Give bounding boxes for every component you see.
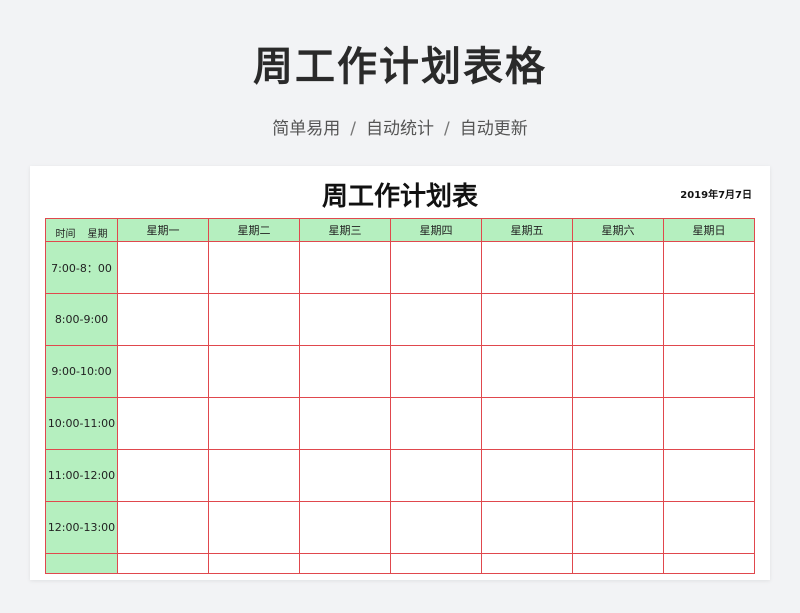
schedule-cell[interactable]: [663, 449, 755, 502]
sheet-title: 周工作计划表: [321, 182, 478, 212]
schedule-cell[interactable]: [208, 293, 300, 346]
time-slot-label: 8:00-9:00: [45, 293, 118, 346]
schedule-cell[interactable]: [117, 553, 209, 574]
schedule-cell[interactable]: [299, 241, 391, 294]
schedule-cell[interactable]: [390, 293, 482, 346]
time-slot-label: 10:00-11:00: [45, 397, 118, 450]
page-subtitle: 简单易用 / 自动统计 / 自动更新: [0, 114, 800, 139]
schedule-cell[interactable]: [390, 397, 482, 450]
corner-label-time: 时间: [55, 229, 76, 240]
time-slot-label: 12:00-13:00: [45, 501, 118, 554]
schedule-cell[interactable]: [481, 241, 573, 294]
schedule-cell[interactable]: [481, 553, 573, 574]
schedule-cell[interactable]: [117, 397, 209, 450]
day-header-mon: 星期一: [117, 218, 209, 242]
schedule-cell[interactable]: [299, 345, 391, 398]
table-row: [45, 553, 755, 574]
corner-header-cell: 时间 星期: [45, 218, 118, 242]
schedule-cell[interactable]: [481, 293, 573, 346]
table-row: 12:00-13:00: [45, 501, 755, 554]
subtitle-feature-easy: 简单易用: [272, 119, 341, 139]
day-header-wed: 星期三: [299, 218, 391, 242]
weekly-schedule-table: 时间 星期 星期一 星期二 星期三 星期四 星期五 星期六 星期日 7:00-8：…: [45, 218, 755, 574]
time-slot-label: [45, 553, 118, 574]
schedule-cell[interactable]: [572, 553, 664, 574]
schedule-cell[interactable]: [208, 449, 300, 502]
time-slot-label: 11:00-12:00: [45, 449, 118, 502]
schedule-cell[interactable]: [117, 501, 209, 554]
day-header-sat: 星期六: [572, 218, 664, 242]
schedule-cell[interactable]: [390, 449, 482, 502]
subtitle-separator: /: [444, 119, 450, 139]
schedule-cell[interactable]: [299, 293, 391, 346]
day-header-thu: 星期四: [390, 218, 482, 242]
schedule-cell[interactable]: [117, 293, 209, 346]
schedule-cell[interactable]: [208, 501, 300, 554]
schedule-cell[interactable]: [663, 501, 755, 554]
schedule-cell[interactable]: [572, 449, 664, 502]
time-slot-label: 9:00-10:00: [45, 345, 118, 398]
schedule-cell[interactable]: [572, 241, 664, 294]
subtitle-separator: /: [350, 119, 356, 139]
schedule-cell[interactable]: [572, 345, 664, 398]
schedule-cell[interactable]: [663, 553, 755, 574]
day-header-sun: 星期日: [663, 218, 755, 242]
table-row: 9:00-10:00: [45, 345, 755, 398]
table-row: 11:00-12:00: [45, 449, 755, 502]
day-header-fri: 星期五: [481, 218, 573, 242]
schedule-cell[interactable]: [390, 345, 482, 398]
schedule-cell[interactable]: [299, 553, 391, 574]
schedule-cell[interactable]: [481, 449, 573, 502]
schedule-cell[interactable]: [481, 397, 573, 450]
corner-label-weekday: 星期: [87, 229, 108, 240]
schedule-cell[interactable]: [390, 553, 482, 574]
schedule-cell[interactable]: [390, 241, 482, 294]
schedule-cell[interactable]: [208, 553, 300, 574]
schedule-cell[interactable]: [208, 345, 300, 398]
day-header-tue: 星期二: [208, 218, 300, 242]
schedule-cell[interactable]: [117, 345, 209, 398]
schedule-cell[interactable]: [117, 449, 209, 502]
table-row: 8:00-9:00: [45, 293, 755, 346]
table-row: 10:00-11:00: [45, 397, 755, 450]
table-row: 7:00-8：00: [45, 241, 755, 294]
schedule-cell[interactable]: [663, 345, 755, 398]
schedule-cell[interactable]: [481, 345, 573, 398]
schedule-cell[interactable]: [299, 397, 391, 450]
schedule-cell[interactable]: [572, 501, 664, 554]
schedule-cell[interactable]: [663, 397, 755, 450]
table-header-row: 时间 星期 星期一 星期二 星期三 星期四 星期五 星期六 星期日: [45, 218, 755, 242]
page-title: 周工作计划表格: [253, 44, 547, 90]
spreadsheet-preview: 周工作计划表 2019年7月7日 时间 星期 星期一 星期二 星期三 星期四 星期…: [30, 166, 770, 580]
schedule-cell[interactable]: [663, 293, 755, 346]
schedule-cell[interactable]: [208, 241, 300, 294]
time-slot-label: 7:00-8：00: [45, 241, 118, 294]
schedule-cell[interactable]: [572, 293, 664, 346]
schedule-cell[interactable]: [572, 397, 664, 450]
schedule-cell[interactable]: [208, 397, 300, 450]
schedule-cell[interactable]: [299, 449, 391, 502]
schedule-cell[interactable]: [663, 241, 755, 294]
subtitle-feature-update: 自动更新: [459, 119, 528, 139]
schedule-cell[interactable]: [390, 501, 482, 554]
schedule-cell[interactable]: [299, 501, 391, 554]
schedule-cell[interactable]: [481, 501, 573, 554]
sheet-date: 2019年7月7日: [680, 190, 752, 201]
schedule-cell[interactable]: [117, 241, 209, 294]
subtitle-feature-stats: 自动统计: [366, 119, 434, 139]
